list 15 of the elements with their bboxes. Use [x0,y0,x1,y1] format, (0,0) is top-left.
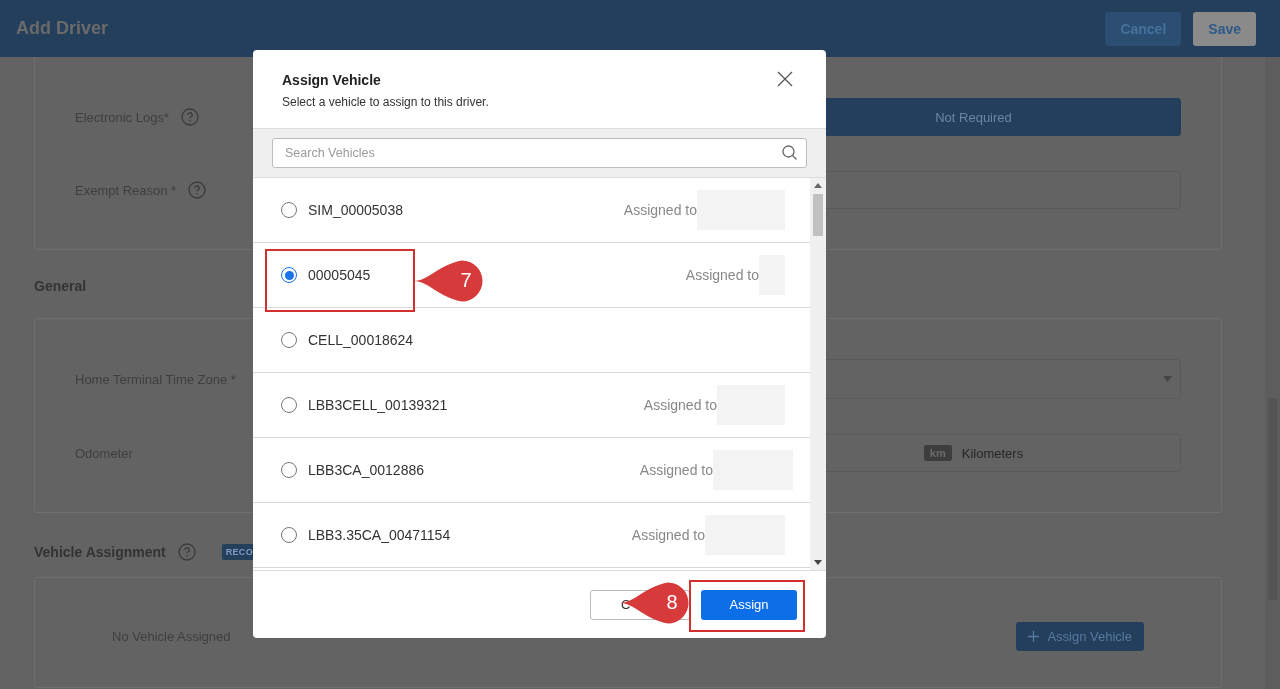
vehicle-name: CELL_00018624 [308,332,414,348]
page-title: Add Driver [16,18,110,39]
vehicle-name: SIM_00005038 [308,202,403,218]
assigned-label: Assigned to [685,267,759,283]
dialog-subtitle: Select a vehicle to assign to this driver. [282,95,490,109]
unit-label: Kilometers [961,445,1024,461]
assigned-label: Assigned to [623,202,697,218]
dialog-title: Assign Vehicle [282,72,381,88]
vehicle-name: LBB3CELL_00139321 [308,397,448,413]
assigned-label: Assigned to [639,462,713,478]
assigned-label: Assigned to [631,527,705,543]
assigned-label: Assigned to [643,397,717,413]
vehicle-name: LBB3.35CA_00471154 [308,527,451,543]
vehicle-name: 00005045 [308,267,371,283]
vehicle-name: LBB3CA_0012886 [308,462,424,478]
